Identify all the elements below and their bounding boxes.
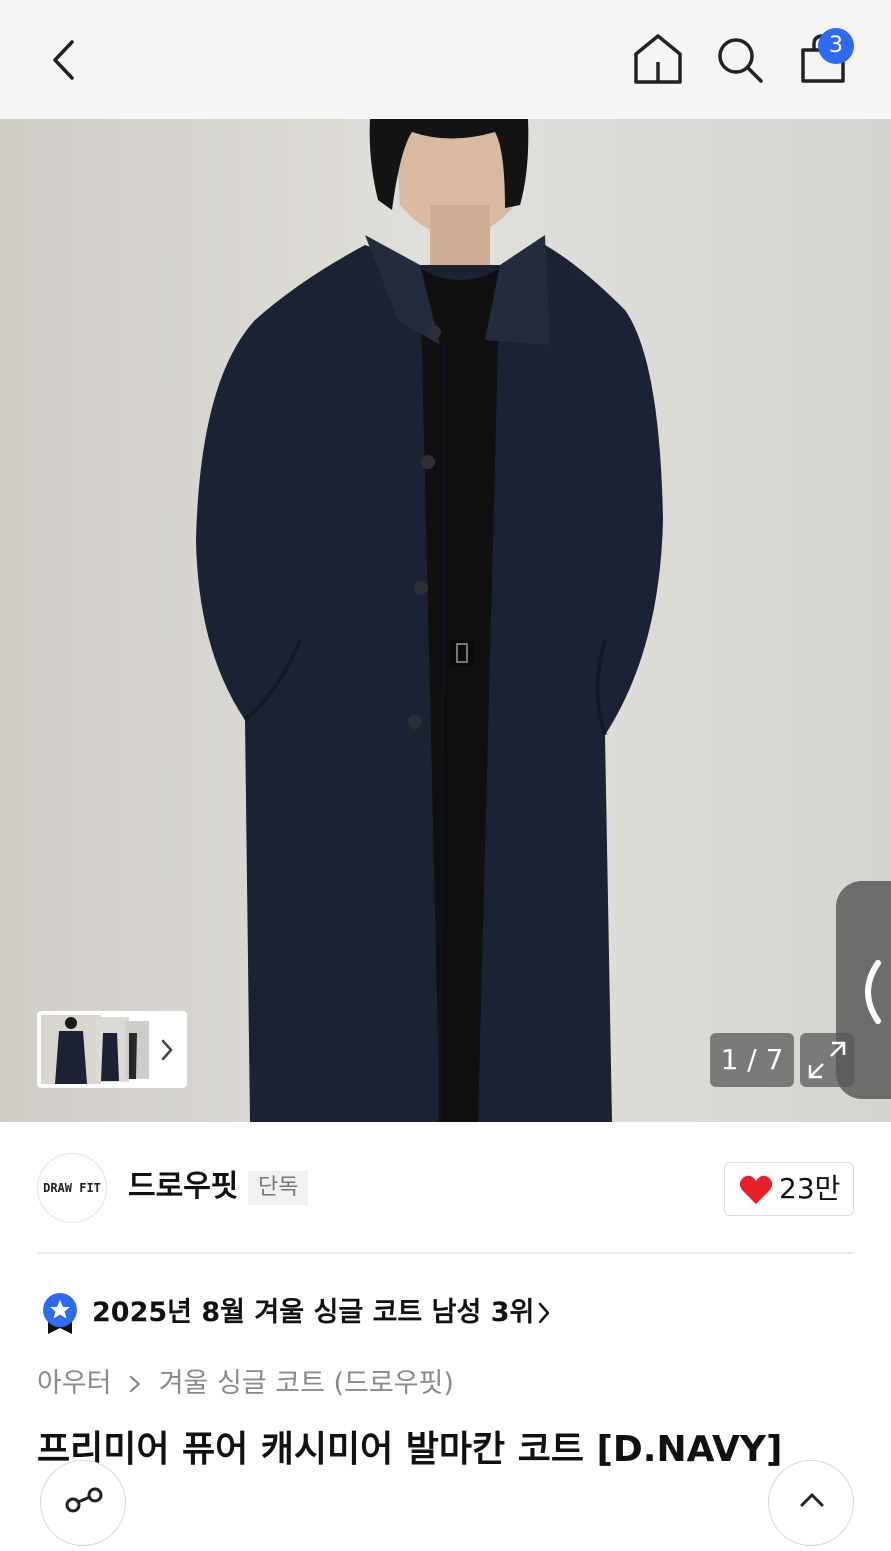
like-button[interactable]: 23만 [724,1162,854,1216]
thumbnail-strip[interactable] [37,1011,187,1088]
brand-name[interactable]: 드로우핏 [128,1167,238,1207]
chevron-right-icon [130,1375,141,1393]
product-image-gallery[interactable] [0,119,891,1122]
breadcrumb-item[interactable]: 아우터 [37,1362,112,1406]
search-icon[interactable] [714,34,766,86]
brand-logo[interactable]: DRAW FIT [37,1153,107,1223]
divider [37,1252,854,1254]
exclusive-badge: 단독 [248,1171,309,1205]
cart-count-badge: 3 [818,28,854,64]
like-count: 23만 [779,1172,841,1205]
ranking-medal-icon [43,1293,77,1334]
expand-button[interactable] [800,1033,854,1087]
share-button[interactable] [40,1460,126,1546]
ranking-text: 2025년 8월 겨울 싱글 코트 남성 3위 [92,1297,535,1328]
heart-icon [739,1175,773,1204]
expand-icon [808,1041,846,1079]
breadcrumb: 아우터 겨울 싱글 코트 (드로우핏) [37,1362,454,1406]
chevron-left-icon [865,960,881,1024]
breadcrumb-item[interactable]: 겨울 싱글 코트 (드로우핏) [159,1362,454,1406]
home-icon[interactable] [632,32,684,86]
scroll-top-button[interactable] [768,1460,854,1546]
arrow-up-icon [800,1493,824,1507]
back-button[interactable] [40,36,90,86]
ranking-link[interactable]: 2025년 8월 겨울 싱글 코트 남성 3위 [40,1290,640,1336]
chevron-right-icon [538,1302,550,1324]
share-icon [65,1487,103,1513]
top-nav-bar: 3 [0,0,891,119]
product-photo [0,119,891,1122]
image-counter: 1 / 7 [710,1033,794,1087]
chevron-right-icon [161,1039,173,1061]
product-title: 프리미어 퓨어 캐시미어 발마칸 코트 [D.NAVY] [37,1429,783,1470]
